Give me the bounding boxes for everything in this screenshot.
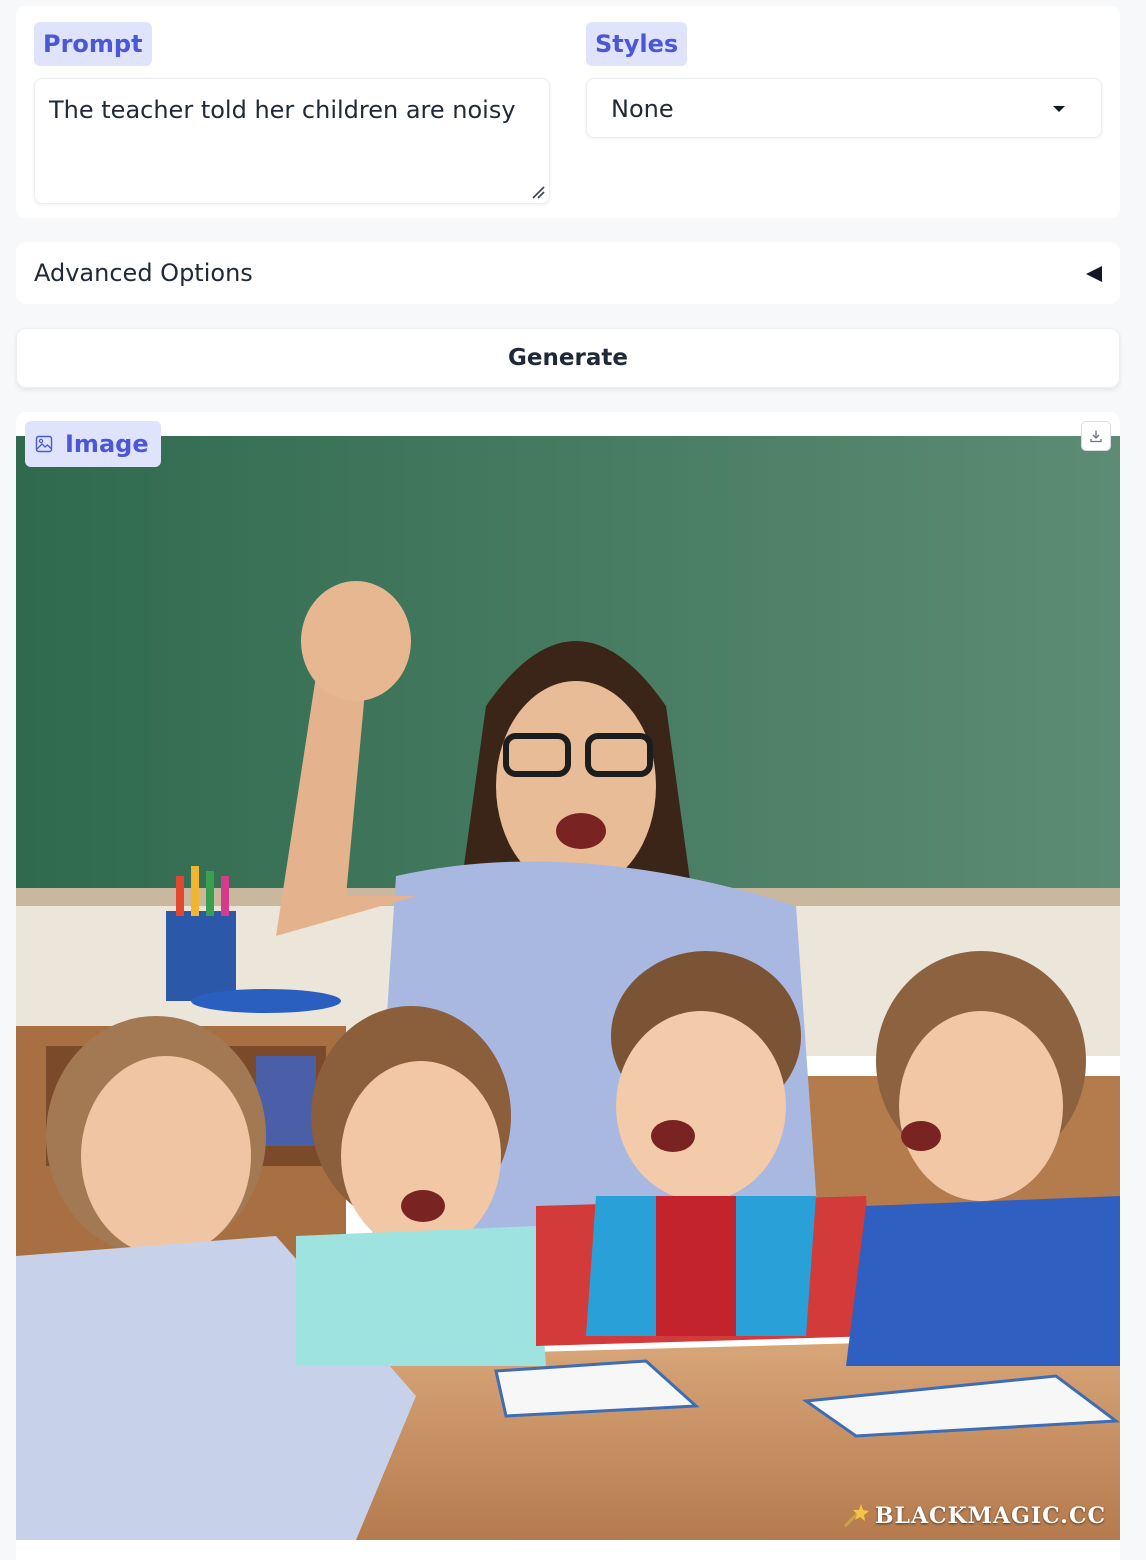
collapse-arrow-icon[interactable]: [1086, 266, 1102, 282]
download-icon: [1090, 430, 1102, 443]
generate-button[interactable]: Generate: [16, 328, 1120, 388]
output-image-panel: Image BLACKMAGIC.CC: [16, 412, 1120, 1560]
image-label-text: Image: [65, 430, 149, 458]
chevron-down-icon: [1053, 106, 1065, 112]
advanced-options-accordion[interactable]: Advanced Options: [16, 242, 1120, 304]
image-icon: [35, 435, 53, 453]
advanced-options-label: Advanced Options: [34, 259, 253, 287]
prompt-label: Prompt: [34, 22, 152, 66]
resize-grip-icon[interactable]: [531, 185, 545, 199]
prompt-text: The teacher told her children are noisy: [49, 96, 516, 124]
watermark-text: BLACKMAGIC.CC: [874, 1503, 1106, 1529]
prompt-textarea[interactable]: The teacher told her children are noisy: [34, 78, 550, 204]
styles-dropdown[interactable]: None: [586, 78, 1102, 138]
wand-icon: [843, 1504, 869, 1528]
input-panel: Prompt The teacher told her children are…: [16, 6, 1120, 218]
styles-selected-value: None: [611, 95, 674, 123]
download-button[interactable]: [1081, 421, 1111, 451]
image-label: Image: [25, 421, 161, 467]
styles-label: Styles: [586, 22, 688, 66]
generated-image: BLACKMAGIC.CC: [16, 436, 1120, 1540]
classroom-scene-illustration: [16, 436, 1120, 1540]
watermark: BLACKMAGIC.CC: [841, 1502, 1106, 1530]
